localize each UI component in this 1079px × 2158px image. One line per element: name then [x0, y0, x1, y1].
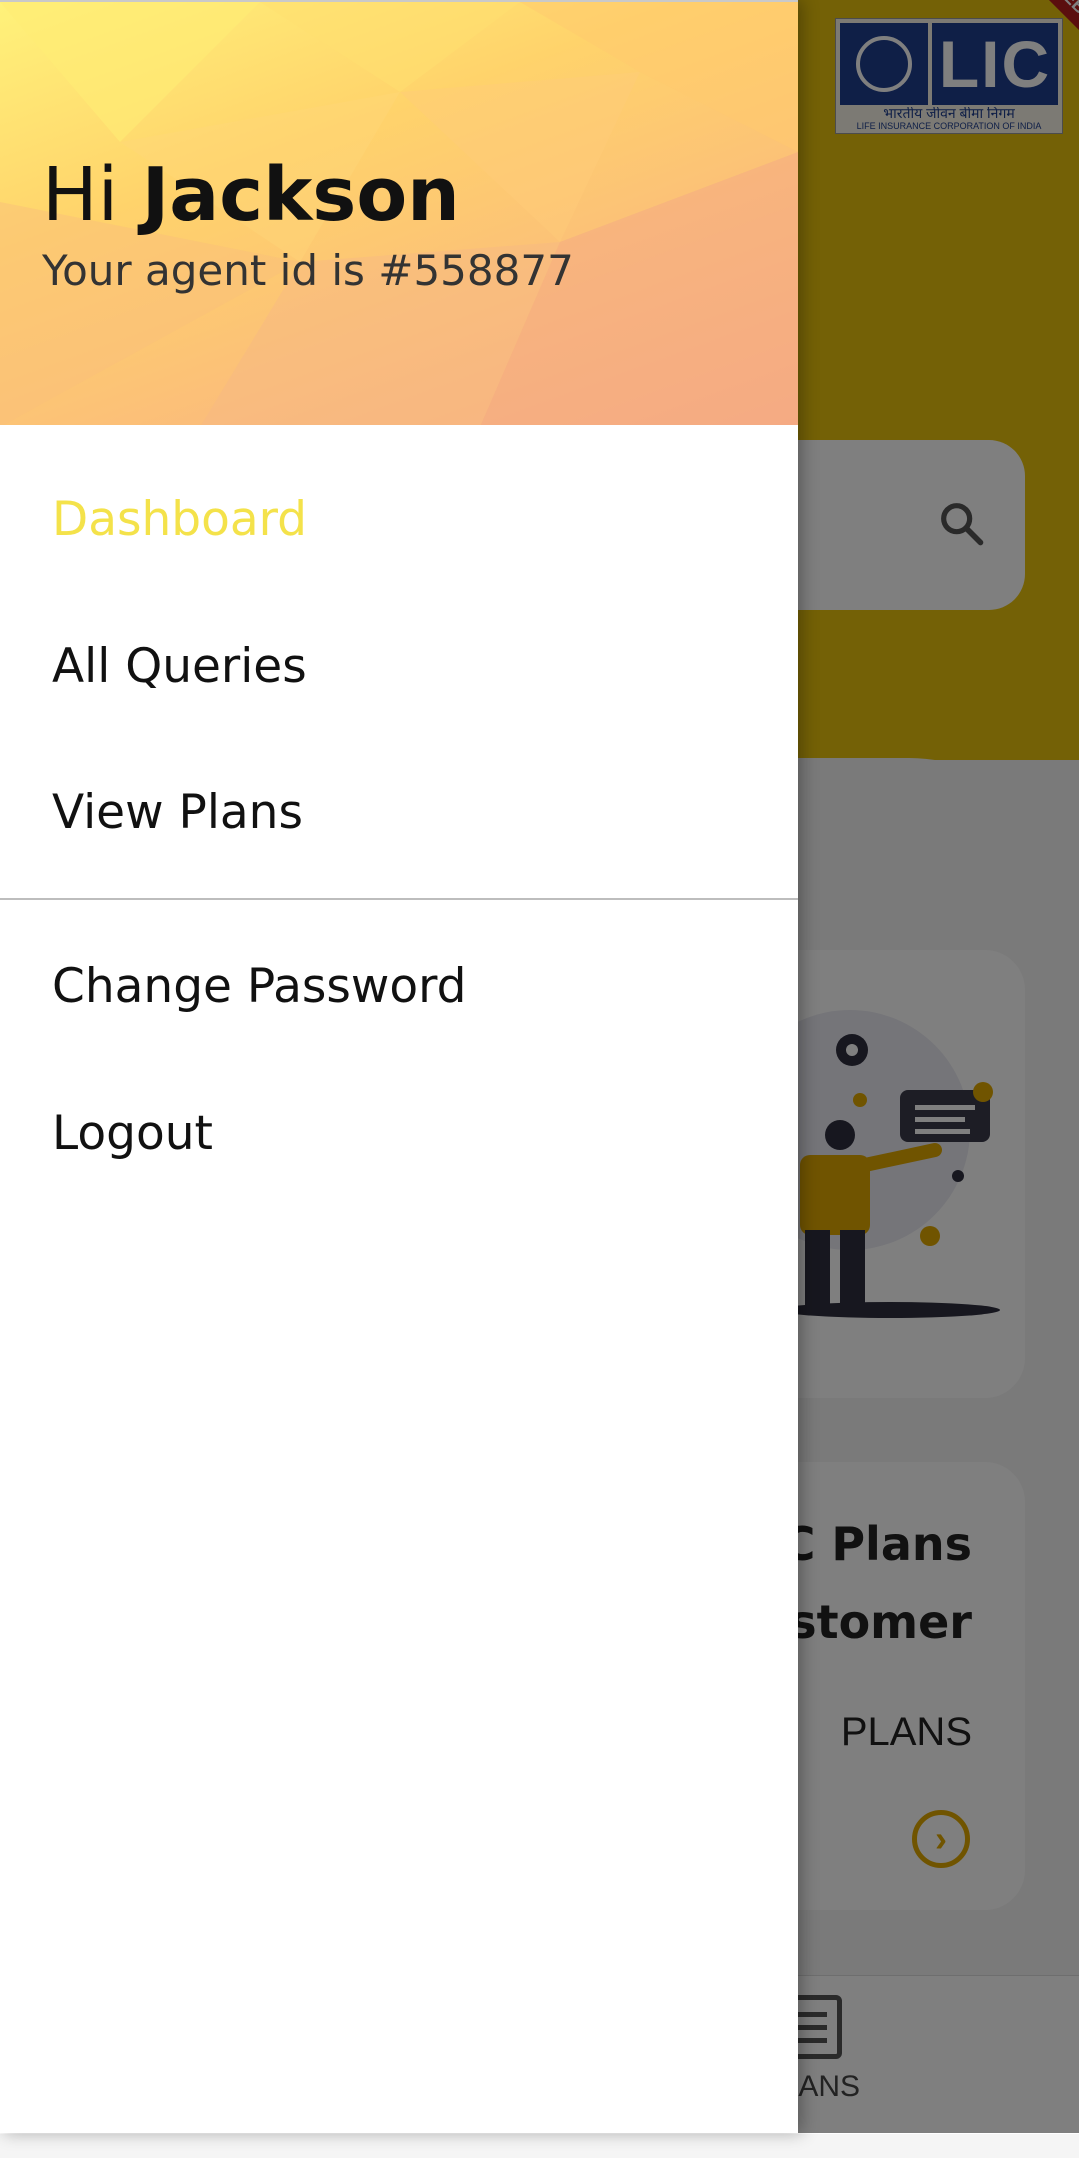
agent-id: Your agent id is #558877	[42, 246, 574, 295]
menu-item-dashboard[interactable]: Dashboard	[52, 490, 307, 550]
navigation-drawer: Hi Jackson Your agent id is #558877 Dash…	[0, 0, 798, 2133]
greeting: Hi Jackson	[42, 150, 460, 240]
menu-item-view-plans[interactable]: View Plans	[52, 783, 303, 843]
menu-divider	[0, 898, 798, 900]
menu-item-logout[interactable]: Logout	[52, 1104, 213, 1164]
drawer-header: Hi Jackson Your agent id is #558877	[0, 0, 798, 425]
menu-item-change-password[interactable]: Change Password	[52, 957, 466, 1017]
user-name: Jackson	[141, 152, 460, 238]
menu-item-all-queries[interactable]: All Queries	[52, 637, 307, 697]
greeting-prefix: Hi	[42, 152, 119, 238]
